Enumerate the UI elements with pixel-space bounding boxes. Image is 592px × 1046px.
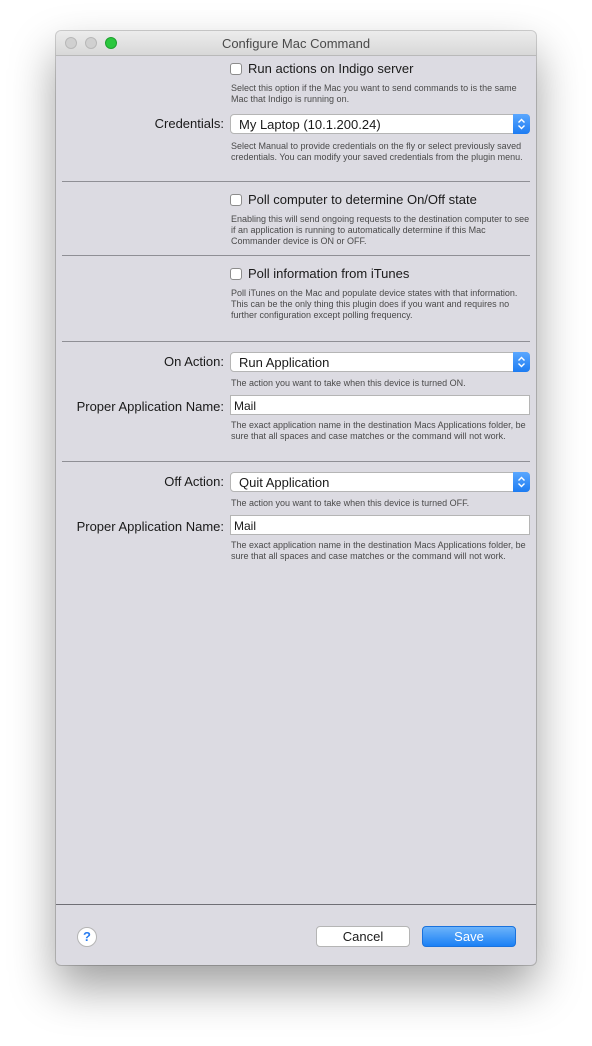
window-title: Configure Mac Command	[221, 36, 371, 51]
poll-itunes-label[interactable]: Poll information from iTunes	[248, 266, 409, 281]
on-action-popup[interactable]: Run Application	[230, 352, 530, 372]
off-action-help: The action you want to take when this de…	[231, 498, 470, 508]
off-app-name-value: Mail	[234, 519, 257, 533]
credentials-popup-value: My Laptop (10.1.200.24)	[239, 117, 381, 132]
credentials-popup[interactable]: My Laptop (10.1.200.24)	[230, 114, 530, 134]
on-action-help: The action you want to take when this de…	[231, 378, 466, 388]
poll-state-label[interactable]: Poll computer to determine On/Off state	[248, 192, 477, 207]
separator	[62, 181, 530, 182]
separator	[62, 461, 530, 462]
off-app-name-label: Proper Application Name:	[76, 519, 224, 534]
popup-chevron-icon	[513, 114, 530, 134]
cancel-button[interactable]: Cancel	[316, 926, 410, 947]
separator	[62, 341, 530, 342]
dialog-window: Configure Mac Command Run actions on Ind…	[56, 31, 536, 965]
on-action-popup-value: Run Application	[239, 355, 330, 370]
separator	[62, 255, 530, 256]
poll-itunes-checkbox[interactable]	[230, 268, 242, 280]
on-app-name-label: Proper Application Name:	[76, 399, 224, 414]
credentials-help: Select Manual to provide credentials on …	[231, 141, 523, 162]
popup-chevron-icon	[513, 472, 530, 492]
poll-state-help: Enabling this will send ongoing requests…	[231, 214, 530, 246]
off-action-label: Off Action:	[164, 474, 224, 489]
off-app-name-field[interactable]: Mail	[230, 515, 530, 535]
on-app-name-help: The exact application name in the destin…	[231, 420, 526, 441]
off-app-name-help: The exact application name in the destin…	[231, 540, 526, 561]
on-app-name-value: Mail	[234, 399, 257, 413]
run-on-server-help: Select this option if the Mac you want t…	[231, 83, 517, 104]
poll-itunes-help: Poll iTunes on the Mac and populate devi…	[231, 288, 518, 320]
popup-chevron-icon	[513, 352, 530, 372]
run-on-server-label[interactable]: Run actions on Indigo server	[248, 61, 413, 76]
off-action-popup[interactable]: Quit Application	[230, 472, 530, 492]
on-action-label: On Action:	[164, 354, 224, 369]
help-icon[interactable]: ?	[77, 927, 97, 947]
off-action-popup-value: Quit Application	[239, 475, 330, 490]
poll-state-checkbox[interactable]	[230, 194, 242, 206]
run-on-server-checkbox[interactable]	[230, 63, 242, 75]
on-app-name-field[interactable]: Mail	[230, 395, 530, 415]
credentials-label: Credentials:	[154, 116, 224, 131]
footer-separator	[56, 904, 536, 905]
save-button[interactable]: Save	[422, 926, 516, 947]
title-bar: Configure Mac Command	[56, 31, 536, 56]
